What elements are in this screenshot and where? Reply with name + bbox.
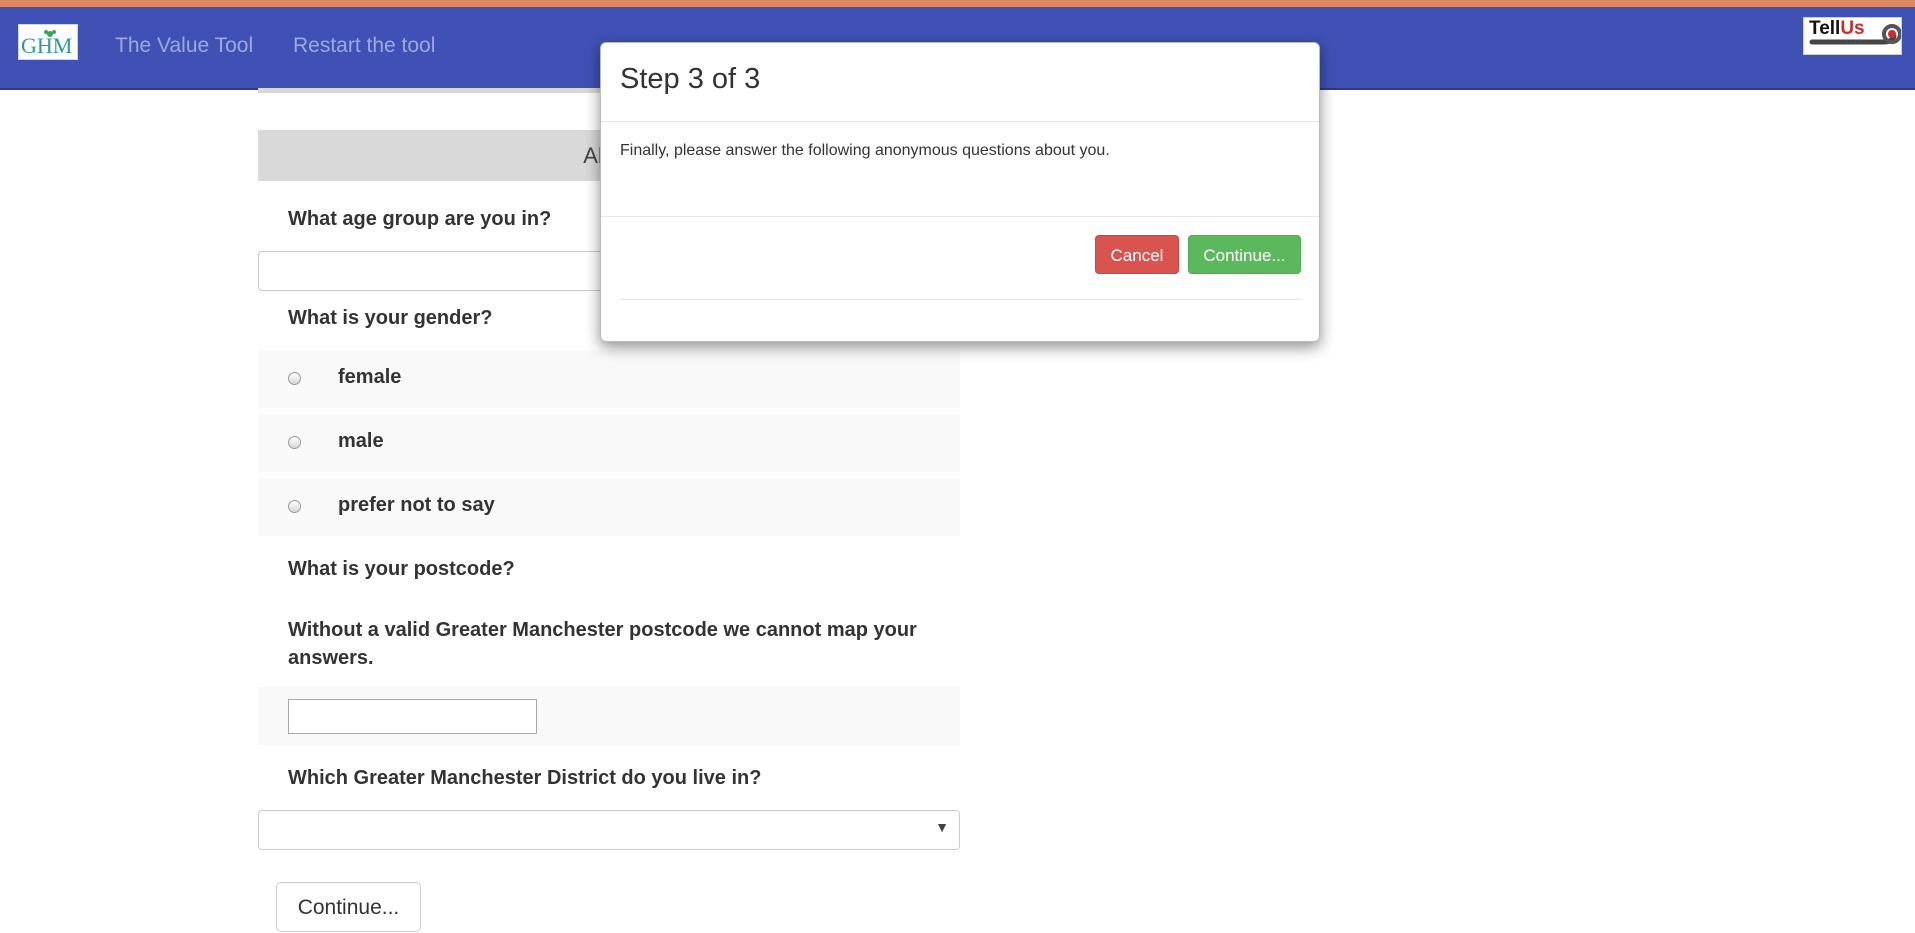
question-age: What age group are you in? [288,208,552,230]
ghm-logo-graphic: GHM [21,30,72,58]
question-gender: What is your gender? [288,307,493,329]
gender-option-male[interactable]: male [258,414,960,472]
postcode-note: Without a valid Greater Manchester postc… [288,619,917,669]
tellus-toolkit-label: toolkit [1846,40,1869,46]
modal-continue-button[interactable]: Continue... [1188,235,1301,274]
postcode-row [258,687,960,745]
gender-option-prefer-not[interactable]: prefer not to say [258,478,960,536]
option-label: female [338,366,402,388]
modal-divider [620,299,1302,300]
option-label: prefer not to say [338,494,495,516]
radio-female[interactable] [288,372,301,385]
modal-cancel-button[interactable]: Cancel [1095,235,1179,274]
ghm-logo[interactable]: GHM [18,24,78,60]
chevron-down-icon: ▼ [935,819,949,835]
wrench-icon [1809,24,1901,45]
modal-body-text: Finally, please answer the following ano… [620,142,1110,159]
question-district: Which Greater Manchester District do you… [288,767,762,789]
svg-text:GHM: GHM [21,33,72,58]
nav-link-restart-tool[interactable]: Restart the tool [293,34,435,58]
modal-title: Step 3 of 3 [620,63,761,95]
nav-link-value-tool[interactable]: The Value Tool [115,34,253,58]
form-continue-button[interactable]: Continue... [276,882,421,932]
step-modal: Step 3 of 3 Finally, please answer the f… [600,42,1320,342]
district-select[interactable]: ▼ [258,810,960,850]
radio-prefer-not[interactable] [288,500,301,513]
modal-divider [601,216,1319,217]
modal-divider [601,121,1319,122]
tellus-logo[interactable]: TellUs toolkit [1803,17,1902,55]
question-postcode: What is your postcode? [288,558,515,580]
radio-male[interactable] [288,436,301,449]
postcode-input[interactable] [288,699,537,734]
option-label: male [338,430,384,452]
gender-option-female[interactable]: female [258,350,960,408]
top-accent-line [0,0,1915,7]
